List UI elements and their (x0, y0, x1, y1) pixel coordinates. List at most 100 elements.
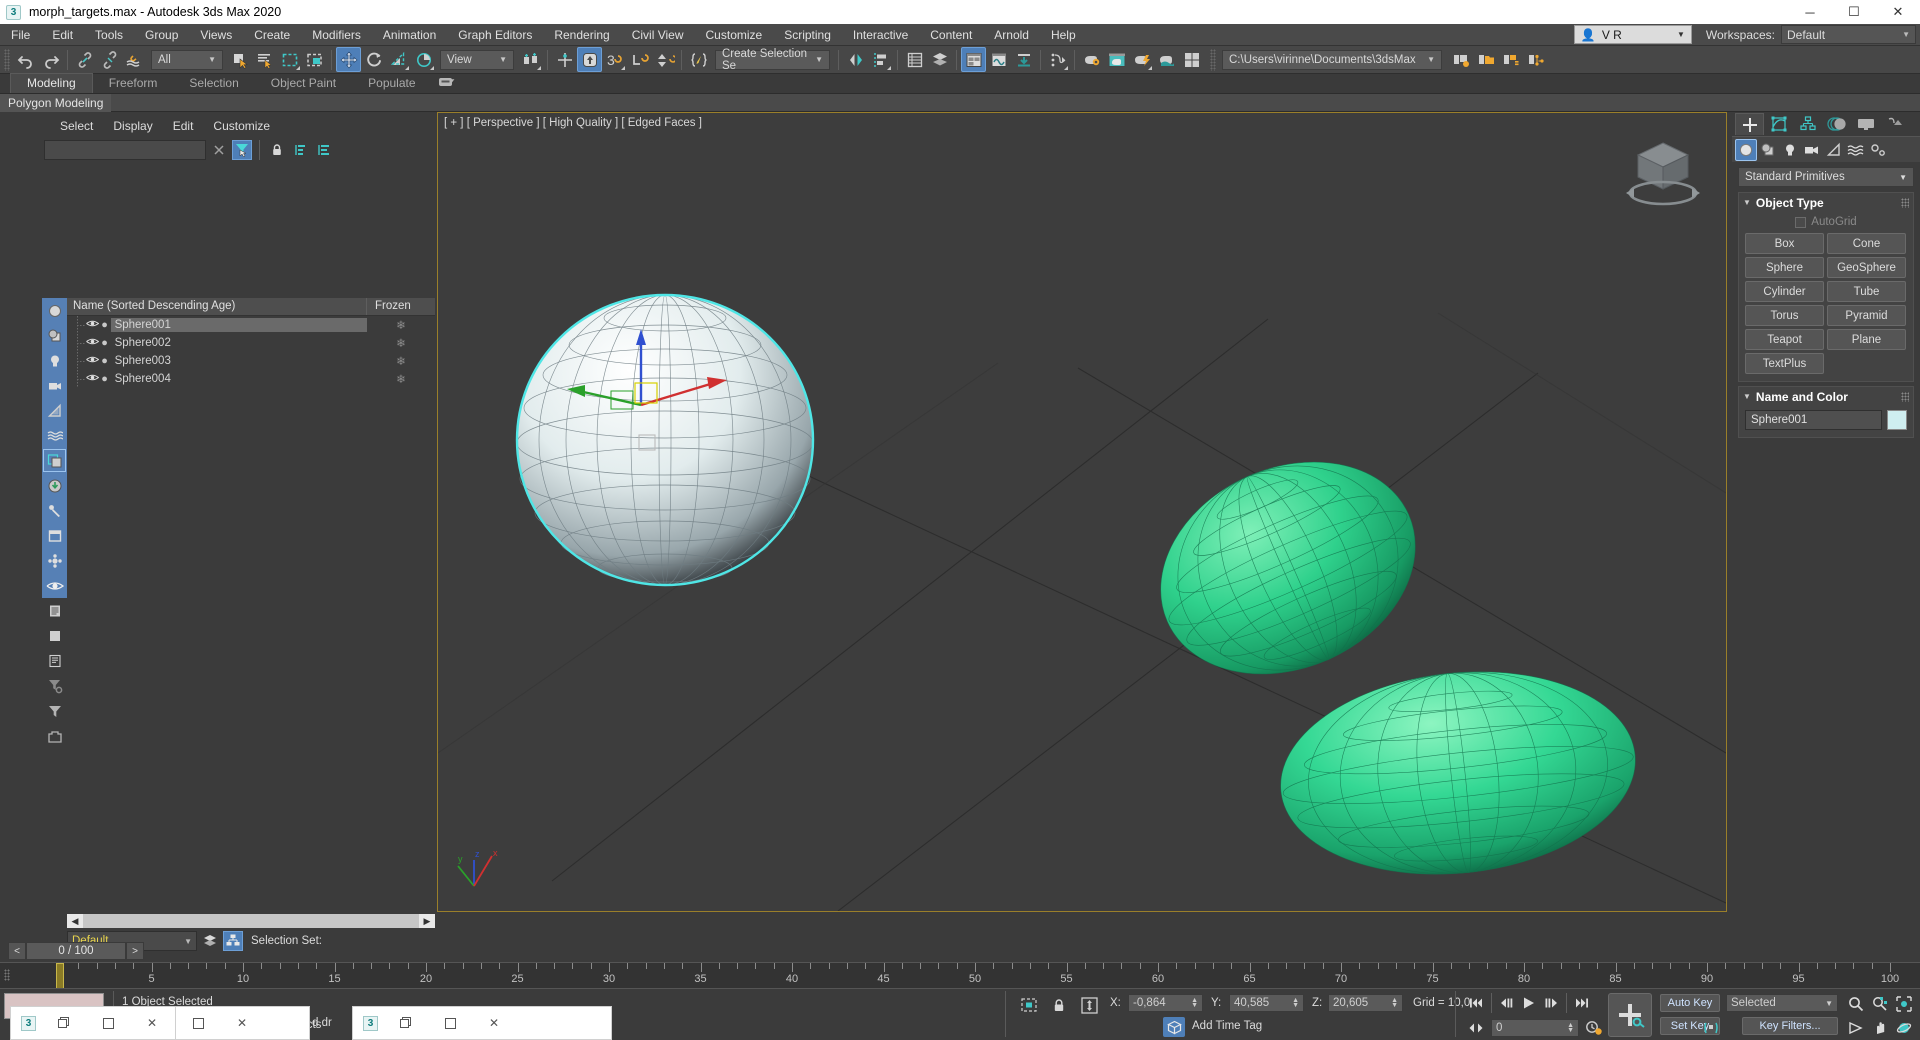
named-selection-sets-dropdown[interactable]: Create Selection Se ▼ (715, 50, 830, 70)
object-color-swatch[interactable]: ● (99, 319, 111, 331)
frozen-cell[interactable]: ❄ (367, 318, 435, 332)
filter-selected-icon[interactable] (232, 140, 252, 160)
ribbon-tab-modeling[interactable]: Modeling (10, 73, 93, 93)
box-button[interactable]: Box (1745, 233, 1824, 254)
menu-interactive[interactable]: Interactive (842, 24, 919, 46)
teapot-button[interactable]: Teapot (1745, 329, 1824, 350)
taskbar-window-1b[interactable]: ✕ (175, 1006, 310, 1040)
object-name[interactable]: Sphere004 (111, 372, 367, 386)
taskbar-window-2[interactable]: 3 ✕ (352, 1006, 612, 1040)
close-button[interactable]: ✕ (1876, 0, 1920, 24)
minimize-icon[interactable] (176, 1006, 220, 1040)
render-production-icon[interactable] (1079, 47, 1104, 72)
object-name[interactable]: Sphere001 (111, 318, 367, 332)
spinner-snap-toggle-icon[interactable] (652, 47, 677, 72)
snaps-toggle-icon[interactable] (577, 47, 602, 72)
toolbox-icon[interactable] (42, 723, 67, 748)
time-slider[interactable] (56, 963, 64, 989)
isolate-selection-icon[interactable] (1018, 995, 1040, 1015)
cylinder-button[interactable]: Cylinder (1745, 281, 1824, 302)
track-bar[interactable]: 0510152025303540455055606570758085909510… (0, 962, 1920, 988)
menu-create[interactable]: Create (243, 24, 301, 46)
percent-snap-toggle-icon[interactable] (627, 47, 652, 72)
restore-icon[interactable] (384, 1006, 428, 1040)
toolbar-grip[interactable] (1210, 49, 1216, 71)
utilities-tab[interactable] (1880, 113, 1909, 135)
pan-icon[interactable] (1869, 1017, 1891, 1039)
object-name[interactable]: Sphere002 (111, 336, 367, 350)
add-time-tag-label[interactable]: Add Time Tag (1192, 1020, 1262, 1032)
menu-graph-editors[interactable]: Graph Editors (447, 24, 543, 46)
viewport-canvas[interactable] (438, 113, 1726, 911)
menu-rendering[interactable]: Rendering (543, 24, 620, 46)
user-account-dropdown[interactable]: 👤 V R ▼ (1574, 25, 1692, 44)
visibility-icon[interactable] (86, 373, 99, 385)
ribbon-tab-freeform[interactable]: Freeform (93, 74, 174, 93)
auto-key-button[interactable]: Auto Key (1660, 994, 1720, 1012)
menu-arnold[interactable]: Arnold (983, 24, 1040, 46)
motion-tab[interactable] (1822, 113, 1851, 135)
pyramid-button[interactable]: Pyramid (1827, 305, 1906, 326)
menu-edit[interactable]: Edit (41, 24, 84, 46)
previous-frame-icon[interactable] (1496, 992, 1518, 1014)
spinner-icon[interactable]: ▲▼ (1391, 998, 1398, 1008)
helpers-filter-icon[interactable] (42, 398, 67, 423)
object-color-swatch[interactable]: ● (99, 355, 111, 367)
scene-explorer-menu-customize[interactable]: Customize (203, 118, 280, 134)
current-frame-field[interactable]: 0 / 100 (26, 942, 126, 960)
minimize-button[interactable]: ─ (1788, 0, 1832, 24)
close-icon[interactable]: ✕ (472, 1006, 516, 1040)
select-and-place-icon[interactable] (411, 47, 436, 72)
restore-icon[interactable] (42, 1006, 86, 1040)
x-value-field[interactable]: -0,864 ▲▼ (1128, 994, 1203, 1012)
selection-lock-icon[interactable] (1048, 995, 1070, 1015)
horizontal-scrollbar[interactable]: ◀ ▶ (67, 914, 435, 928)
bind-to-space-warp-icon[interactable] (122, 47, 147, 72)
orbit-icon[interactable] (1893, 1017, 1915, 1039)
key-mode-dropdown[interactable]: Selected ▼ (1726, 994, 1838, 1012)
redo-icon[interactable] (38, 47, 63, 72)
geosphere-button[interactable]: GeoSphere (1827, 257, 1906, 278)
slate-material-editor-icon[interactable] (986, 47, 1011, 72)
tube-button[interactable]: Tube (1827, 281, 1906, 302)
bones-filter-icon[interactable] (42, 498, 67, 523)
close-icon[interactable]: ✕ (220, 1006, 264, 1040)
viewport-label[interactable]: [ + ] [ Perspective ] [ High Quality ] [… (444, 117, 702, 129)
xrefs-filter-icon[interactable] (42, 473, 67, 498)
menu-content[interactable]: Content (919, 24, 983, 46)
menu-views[interactable]: Views (189, 24, 243, 46)
modify-tab[interactable] (1764, 113, 1793, 135)
cone-button[interactable]: Cone (1827, 233, 1906, 254)
lights-filter-icon[interactable] (42, 348, 67, 373)
go-to-start-icon[interactable] (1465, 992, 1487, 1014)
list-view-icon[interactable] (42, 598, 67, 623)
menu-animation[interactable]: Animation (372, 24, 447, 46)
set-key-button[interactable] (1608, 993, 1652, 1037)
layer-explorer-icon[interactable] (902, 47, 927, 72)
selection-filter-dropdown[interactable]: All ▼ (151, 50, 223, 70)
key-filters-button[interactable]: Key Filters... (1742, 1017, 1838, 1035)
select-and-rotate-icon[interactable] (361, 47, 386, 72)
cameras-filter-icon[interactable] (42, 373, 67, 398)
scene-assets-icon[interactable] (1523, 47, 1548, 72)
scene-explorer-menu-edit[interactable]: Edit (163, 118, 204, 134)
particles-filter-icon[interactable] (42, 548, 67, 573)
sphere-button[interactable]: Sphere (1745, 257, 1824, 278)
track-bar-grip[interactable] (4, 969, 10, 981)
clear-search-icon[interactable] (209, 140, 229, 160)
rendered-frame-window-icon[interactable] (1104, 47, 1129, 72)
reference-coordinate-system-dropdown[interactable]: View ▼ (440, 50, 514, 70)
object-color-swatch[interactable]: ● (99, 373, 111, 385)
scroll-track[interactable] (83, 914, 419, 928)
visibility-icon[interactable] (86, 319, 99, 331)
filter-settings-icon[interactable] (42, 673, 67, 698)
open-project-folder-icon[interactable] (1473, 47, 1498, 72)
plane-button[interactable]: Plane (1827, 329, 1906, 350)
lights-icon[interactable] (1779, 139, 1801, 161)
menu-file[interactable]: File (0, 24, 41, 46)
time-configuration-icon[interactable] (1583, 1017, 1605, 1039)
render-iterative-icon[interactable] (1129, 47, 1154, 72)
zoom-icon[interactable] (1845, 993, 1867, 1015)
zoom-all-icon[interactable] (1869, 993, 1891, 1015)
select-and-link-icon[interactable] (72, 47, 97, 72)
